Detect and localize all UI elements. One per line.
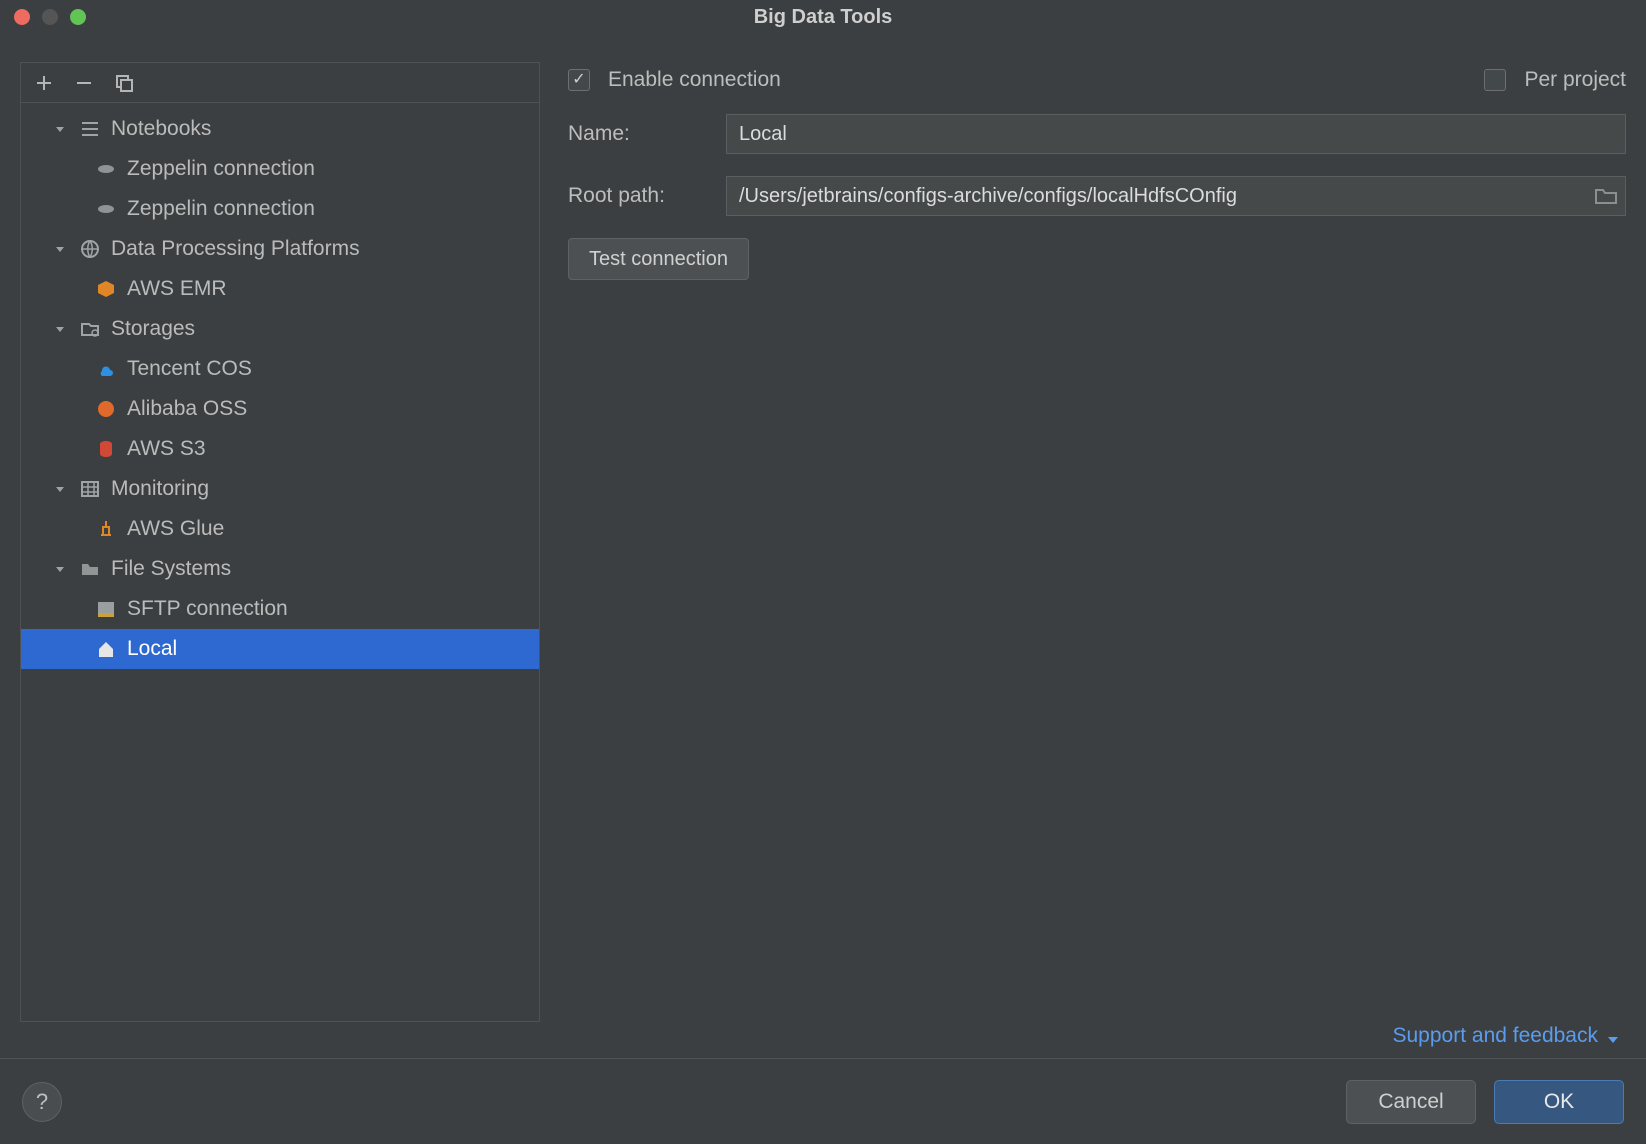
zeppelin-icon bbox=[95, 198, 117, 220]
tree-group-label: Data Processing Platforms bbox=[111, 237, 360, 261]
tree-item[interactable]: Zeppelin connection bbox=[21, 149, 539, 189]
tree-group-label: Monitoring bbox=[111, 477, 209, 501]
enable-connection-label: Enable connection bbox=[608, 68, 781, 92]
tree-item-label: Tencent COS bbox=[127, 357, 252, 381]
chevron-down-icon bbox=[51, 560, 69, 578]
window-title: Big Data Tools bbox=[0, 6, 1646, 29]
table-icon bbox=[79, 478, 101, 500]
tree-item[interactable]: AWS S3 bbox=[21, 429, 539, 469]
zeppelin-icon bbox=[95, 158, 117, 180]
tree-item[interactable]: AWS Glue bbox=[21, 509, 539, 549]
window-close-button[interactable] bbox=[14, 9, 30, 25]
root-path-input[interactable] bbox=[726, 176, 1626, 216]
support-and-feedback-link[interactable]: Support and feedback bbox=[1393, 1024, 1621, 1048]
tree-group-label: Notebooks bbox=[111, 117, 211, 141]
connections-tree[interactable]: Notebooks Zeppelin connection Zeppelin con… bbox=[21, 103, 539, 669]
tree-item[interactable]: Zeppelin connection bbox=[21, 189, 539, 229]
tree-item-label: Local bbox=[127, 637, 177, 661]
name-input[interactable] bbox=[726, 114, 1626, 154]
tree-group[interactable]: Data Processing Platforms bbox=[21, 229, 539, 269]
copy-button[interactable] bbox=[113, 72, 135, 94]
help-button[interactable]: ? bbox=[22, 1082, 62, 1122]
tree-item[interactable]: Alibaba OSS bbox=[21, 389, 539, 429]
chevron-down-icon bbox=[51, 480, 69, 498]
ok-button[interactable]: OK bbox=[1494, 1080, 1624, 1124]
storages-icon bbox=[79, 318, 101, 340]
test-connection-button[interactable]: Test connection bbox=[568, 238, 749, 280]
name-label: Name: bbox=[568, 122, 708, 146]
tree-item-label: Zeppelin connection bbox=[127, 197, 315, 221]
list-icon bbox=[79, 118, 101, 140]
tree-item-label: Alibaba OSS bbox=[127, 397, 247, 421]
dialog-footer: ? Cancel OK bbox=[0, 1058, 1646, 1144]
sidebar-toolbar bbox=[21, 63, 539, 103]
folder-icon bbox=[79, 558, 101, 580]
remove-button[interactable] bbox=[73, 72, 95, 94]
tree-item-label: AWS Glue bbox=[127, 517, 224, 541]
tree-item-label: AWS EMR bbox=[127, 277, 227, 301]
chevron-down-icon bbox=[1606, 1029, 1620, 1043]
aws-s3-icon bbox=[95, 438, 117, 460]
tree-group-label: Storages bbox=[111, 317, 195, 341]
root-path-label: Root path: bbox=[568, 184, 708, 208]
chevron-down-icon bbox=[51, 240, 69, 258]
support-link-label: Support and feedback bbox=[1393, 1024, 1599, 1048]
tree-group[interactable]: Storages bbox=[21, 309, 539, 349]
tree-group[interactable]: Monitoring bbox=[21, 469, 539, 509]
home-icon bbox=[95, 638, 117, 660]
aws-emr-icon bbox=[95, 278, 117, 300]
window-minimize-button[interactable] bbox=[42, 9, 58, 25]
cancel-button[interactable]: Cancel bbox=[1346, 1080, 1476, 1124]
enable-connection-checkbox[interactable] bbox=[568, 69, 590, 91]
tree-item-label: SFTP connection bbox=[127, 597, 288, 621]
alibaba-oss-icon bbox=[95, 398, 117, 420]
chevron-down-icon bbox=[51, 320, 69, 338]
browse-folder-icon[interactable] bbox=[1592, 182, 1620, 210]
tree-item[interactable]: Local bbox=[21, 629, 539, 669]
per-project-checkbox[interactable] bbox=[1484, 69, 1506, 91]
per-project-label: Per project bbox=[1524, 68, 1626, 92]
add-button[interactable] bbox=[33, 72, 55, 94]
chevron-down-icon bbox=[51, 120, 69, 138]
globe-icon bbox=[79, 238, 101, 260]
tree-item[interactable]: SFTP connection bbox=[21, 589, 539, 629]
tree-group[interactable]: Notebooks bbox=[21, 109, 539, 149]
aws-glue-icon bbox=[95, 518, 117, 540]
tree-item[interactable]: AWS EMR bbox=[21, 269, 539, 309]
connection-form: Enable connection Per project Name: Root… bbox=[568, 62, 1626, 1058]
title-bar: Big Data Tools bbox=[0, 0, 1646, 34]
sftp-icon bbox=[95, 598, 117, 620]
tencent-cos-icon bbox=[95, 358, 117, 380]
tree-item-label: Zeppelin connection bbox=[127, 157, 315, 181]
tree-group-label: File Systems bbox=[111, 557, 231, 581]
tree-item[interactable]: Tencent COS bbox=[21, 349, 539, 389]
tree-item-label: AWS S3 bbox=[127, 437, 206, 461]
tree-group[interactable]: File Systems bbox=[21, 549, 539, 589]
connections-sidebar: Notebooks Zeppelin connection Zeppelin con… bbox=[20, 62, 540, 1022]
window-maximize-button[interactable] bbox=[70, 9, 86, 25]
